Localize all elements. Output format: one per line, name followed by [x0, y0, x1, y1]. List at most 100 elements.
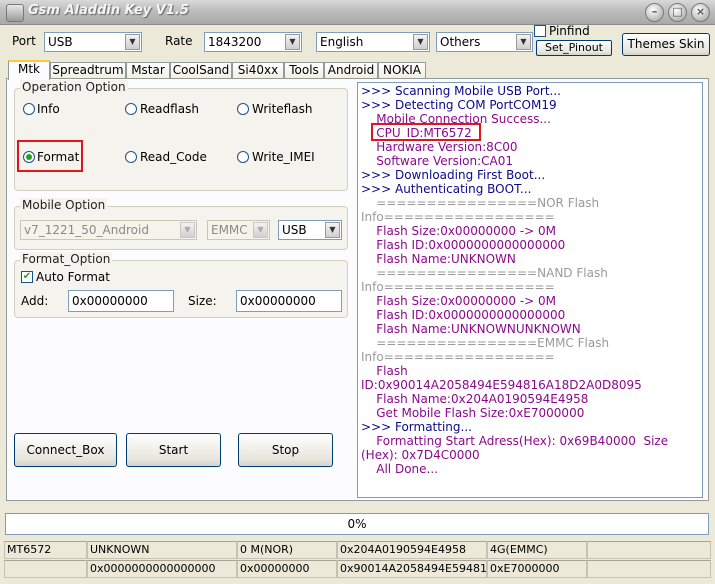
window-title: Gsm Aladdin Key V1.5: [28, 3, 189, 18]
app-icon: [6, 4, 24, 22]
radio-info-label: Info: [37, 102, 60, 116]
log-output[interactable]: >>> Scanning Mobile USB Port... >>> Dete…: [357, 82, 703, 498]
radio-writeflash-label: Writeflash: [252, 102, 313, 116]
status-cell: [587, 560, 711, 578]
connect-box-button[interactable]: Connect_Box: [14, 433, 117, 467]
log-line: Info=================: [361, 280, 555, 294]
status-cell: 0xE7000000: [487, 560, 587, 578]
minimize-icon[interactable]: –: [645, 3, 664, 22]
set-pinout-button[interactable]: Set_Pinout: [536, 40, 612, 56]
chevron-down-icon[interactable]: ▼: [516, 34, 531, 50]
tab-coolsand[interactable]: CoolSand: [170, 62, 232, 79]
start-button[interactable]: Start: [126, 433, 221, 467]
status-cell: 0x204A0190594E4958: [337, 541, 487, 559]
radio-format-label: Format: [37, 150, 80, 164]
tab-mstar[interactable]: Mstar: [126, 62, 170, 79]
chevron-down-icon[interactable]: ▼: [180, 222, 195, 238]
log-line: Flash Name:0x204A0190594E4958: [361, 392, 589, 406]
radio-info[interactable]: [23, 103, 35, 115]
format-option-title: Format_Option: [20, 252, 113, 266]
log-line: Hardware Version:8C00: [361, 140, 518, 154]
tab-tools[interactable]: Tools: [284, 62, 324, 79]
log-line: Flash ID:0x0000000000000000: [361, 308, 566, 322]
log-line: ================NAND Flash: [361, 266, 608, 280]
app-window: Gsm Aladdin Key V1.5 – □ × Port USB ▼ Ra…: [0, 0, 715, 584]
close-icon[interactable]: ×: [691, 3, 710, 22]
log-line: Flash Size:0x00000000 -> 0M: [361, 224, 557, 238]
chevron-down-icon[interactable]: ▼: [325, 222, 340, 238]
status-cell: [587, 541, 711, 559]
log-line: ================NOR Flash: [361, 196, 600, 210]
status-cell: 0x00000000: [237, 560, 337, 578]
log-line: All Done...: [361, 462, 438, 476]
chevron-down-icon[interactable]: ▼: [125, 34, 140, 50]
tab-android[interactable]: Android: [324, 62, 378, 79]
add-label: Add:: [21, 294, 49, 308]
connection-select[interactable]: USB ▼: [278, 220, 342, 240]
storage-select[interactable]: EMMC ▼: [207, 220, 270, 240]
operation-option-title: Operation Option: [20, 80, 128, 94]
rate-select[interactable]: 1843200 ▼: [204, 32, 302, 52]
rate-label: Rate: [165, 34, 193, 48]
port-select[interactable]: USB ▼: [44, 32, 142, 52]
status-cell: 0x90014A2058494E594816A1: [337, 560, 487, 578]
cpu-id-highlight-box: [371, 123, 481, 141]
status-row-1: MT6572 UNKNOWN 0 M(NOR) 0x204A0190594E49…: [4, 541, 711, 559]
radio-write-imei-label: Write_IMEI: [252, 150, 315, 164]
add-input[interactable]: 0x00000000: [68, 290, 174, 312]
themes-skin-button[interactable]: Themes Skin: [622, 33, 710, 56]
title-bar[interactable]: Gsm Aladdin Key V1.5 – □ ×: [0, 0, 715, 25]
radio-write-imei[interactable]: [237, 151, 249, 163]
status-cell: UNKNOWN: [87, 541, 237, 559]
tab-nokia[interactable]: NOKIA: [378, 62, 426, 79]
tab-spreadtrum[interactable]: Spreadtrum: [50, 62, 126, 79]
log-line: >>> Scanning Mobile USB Port...: [361, 84, 561, 98]
log-line: Flash: [361, 364, 408, 378]
log-line: ================EMMC Flash: [361, 336, 610, 350]
log-line: >>> Formatting...: [361, 420, 472, 434]
radio-readflash[interactable]: [125, 103, 137, 115]
log-line: (Hex): 0x7D4C0000: [361, 448, 480, 462]
radio-format[interactable]: [23, 151, 35, 163]
progress-bar: 0%: [5, 513, 709, 535]
log-line: Formatting Start Adress(Hex): 0x69B40000…: [361, 434, 669, 448]
status-cell: 4G(EMMC): [487, 541, 587, 559]
log-line: Info=================: [361, 350, 555, 364]
port-label: Port: [12, 34, 36, 48]
status-row-2: 0x0000000000000000 0x00000000 0x90014A20…: [4, 560, 711, 578]
size-label: Size:: [188, 294, 217, 308]
stop-button[interactable]: Stop: [238, 433, 333, 467]
language-select[interactable]: English ▼: [316, 32, 430, 52]
size-input[interactable]: 0x00000000: [236, 290, 342, 312]
chevron-down-icon[interactable]: ▼: [413, 34, 428, 50]
pinfind-label: Pinfind: [549, 24, 590, 38]
log-line: Flash ID:0x0000000000000000: [361, 238, 566, 252]
radio-readflash-label: Readflash: [140, 102, 199, 116]
mobile-model-select[interactable]: v7_1221_50_Android ▼: [20, 220, 197, 240]
others-select[interactable]: Others ▼: [436, 32, 533, 52]
mobile-option-title: Mobile Option: [20, 198, 108, 212]
pinfind-checkbox[interactable]: [534, 25, 546, 37]
chevron-down-icon[interactable]: ▼: [285, 34, 300, 50]
tab-si40xx[interactable]: Si40xx: [232, 62, 284, 79]
log-line: >>> Downloading First Boot...: [361, 168, 546, 182]
log-line: Flash Name:UNKNOWNUNKNOWN: [361, 322, 581, 336]
auto-format-checkbox[interactable]: ✔: [21, 271, 33, 283]
tab-mtk[interactable]: Mtk: [8, 60, 50, 80]
status-cell: MT6572: [4, 541, 87, 559]
log-line: Flash Size:0x00000000 -> 0M: [361, 294, 557, 308]
status-cell: [4, 560, 87, 578]
log-line: ID:0x90014A2058494E594816A18D2A0D8095: [361, 378, 642, 392]
radio-read-code[interactable]: [125, 151, 137, 163]
log-line: Info=================: [361, 210, 555, 224]
maximize-icon[interactable]: □: [668, 3, 687, 22]
log-line: Software Version:CA01: [361, 154, 513, 168]
status-cell: 0 M(NOR): [237, 541, 337, 559]
radio-writeflash[interactable]: [237, 103, 249, 115]
chevron-down-icon[interactable]: ▼: [253, 222, 268, 238]
status-cell: 0x0000000000000000: [87, 560, 237, 578]
radio-read-code-label: Read_Code: [140, 150, 207, 164]
log-line: Get Mobile Flash Size:0xE7000000: [361, 406, 585, 420]
auto-format-label: Auto Format: [36, 270, 110, 284]
log-line: Flash Name:UNKNOWN: [361, 252, 516, 266]
